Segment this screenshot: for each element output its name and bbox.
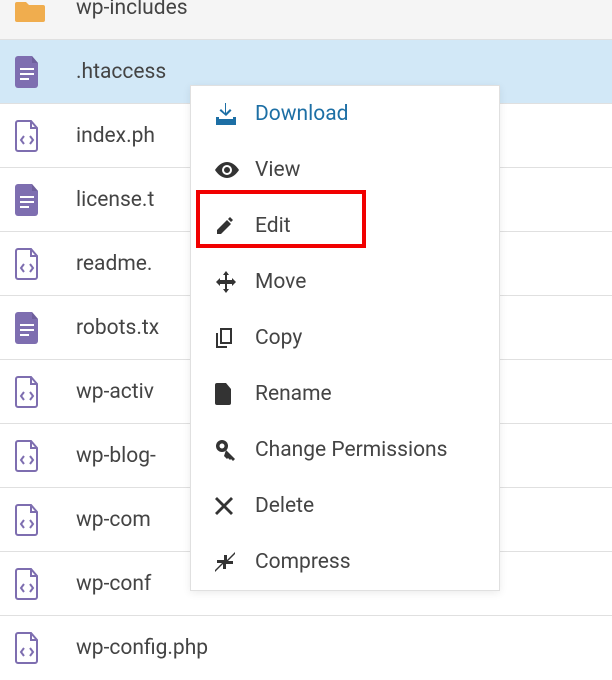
menu-compress[interactable]: Compress	[191, 534, 499, 590]
code-file-icon	[10, 440, 58, 472]
menu-label: Rename	[247, 382, 332, 406]
menu-label: Move	[247, 270, 306, 294]
context-menu: Download View Edit Move Copy Rename	[190, 85, 500, 591]
pencil-icon	[215, 216, 247, 236]
code-file-icon	[10, 568, 58, 600]
menu-rename[interactable]: Rename	[191, 366, 499, 422]
file-name: wp-activ	[58, 380, 154, 404]
menu-label: View	[247, 158, 300, 182]
code-file-icon	[10, 376, 58, 408]
file-icon	[215, 383, 247, 405]
file-row[interactable]: wp-includes	[0, 0, 612, 40]
code-file-icon	[10, 632, 58, 664]
folder-icon	[10, 0, 58, 24]
menu-edit[interactable]: Edit	[191, 198, 499, 254]
menu-label: Edit	[247, 214, 291, 238]
delete-icon	[215, 497, 247, 515]
file-name: wp-conf	[58, 572, 151, 596]
menu-view[interactable]: View	[191, 142, 499, 198]
code-file-icon	[10, 120, 58, 152]
text-file-icon	[10, 56, 58, 88]
menu-label: Compress	[247, 550, 351, 574]
file-name: wp-blog-	[58, 444, 156, 468]
download-icon	[215, 103, 247, 125]
file-name: wp-includes	[58, 0, 188, 19]
menu-label: Delete	[247, 494, 314, 518]
compress-icon	[215, 552, 247, 572]
file-name: robots.tx	[58, 316, 159, 340]
menu-label: Download	[247, 102, 349, 126]
menu-permissions[interactable]: Change Permissions	[191, 422, 499, 478]
code-file-icon	[10, 248, 58, 280]
key-icon	[215, 439, 247, 461]
menu-move[interactable]: Move	[191, 254, 499, 310]
text-file-icon	[10, 312, 58, 344]
text-file-icon	[10, 184, 58, 216]
file-name: license.t	[58, 188, 154, 212]
menu-delete[interactable]: Delete	[191, 478, 499, 534]
menu-download[interactable]: Download	[191, 86, 499, 142]
move-icon	[215, 271, 247, 293]
file-name: readme.	[58, 252, 152, 276]
copy-icon	[215, 327, 247, 349]
code-file-icon	[10, 504, 58, 536]
menu-label: Change Permissions	[247, 438, 447, 462]
file-name: wp-config.php	[58, 636, 208, 660]
file-name: wp-com	[58, 508, 151, 532]
file-name: index.ph	[58, 124, 155, 148]
file-name: .htaccess	[58, 60, 166, 84]
menu-label: Copy	[247, 326, 302, 350]
eye-icon	[215, 162, 247, 178]
menu-copy[interactable]: Copy	[191, 310, 499, 366]
file-row[interactable]: wp-config.php	[0, 616, 612, 680]
